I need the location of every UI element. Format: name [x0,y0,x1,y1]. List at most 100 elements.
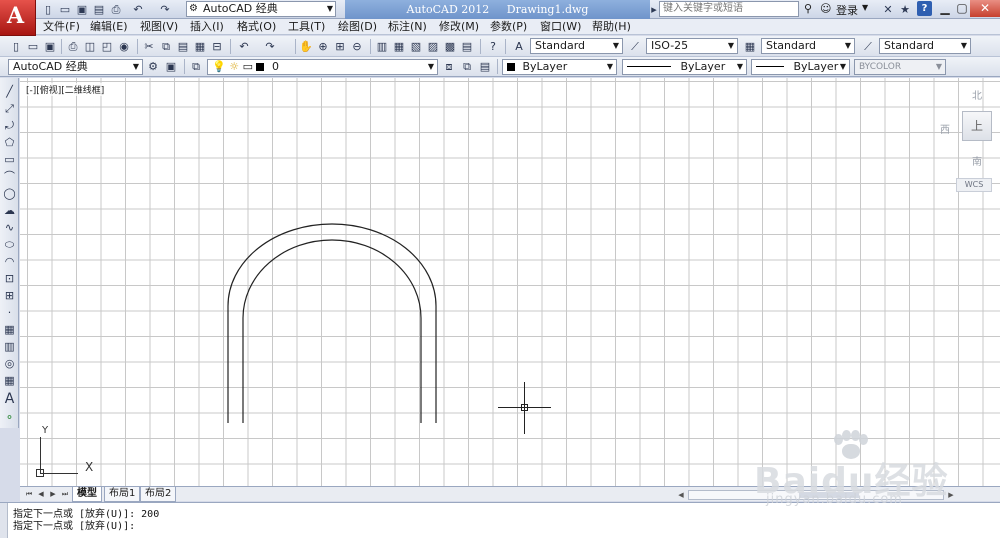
text-style-select[interactable]: Standard ▼ [530,38,623,54]
tab-model[interactable]: 模型 [72,487,102,502]
help-icon[interactable]: ? [485,39,501,54]
tab-layout2[interactable]: 布局2 [140,487,177,502]
layer-select[interactable]: 💡 ☼ ▭ 0 ▼ [207,59,438,75]
copy-icon[interactable]: ⧉ [158,39,174,54]
polyline-icon[interactable]: ⤾ [2,118,17,133]
rectangle-icon[interactable]: ▭ [2,152,17,167]
menu-file[interactable]: 文件(F) [43,20,80,34]
new-icon[interactable]: ▯ [8,39,24,54]
undo-icon[interactable]: ↶ [236,39,252,54]
scroll-left-icon[interactable]: ◀ [676,490,686,500]
multileader-style-select[interactable]: Standard ▼ [879,38,971,54]
revision-cloud-icon[interactable]: ☁ [2,203,17,218]
region-icon[interactable]: ◎ [2,356,17,371]
viewcube-north[interactable]: 北 [972,87,982,102]
construction-line-icon[interactable]: ⤢ [2,101,17,116]
command-line-grip[interactable] [0,503,8,538]
workspace-select[interactable]: AutoCAD 经典 ▼ [8,59,143,75]
viewcube-west[interactable]: 西 [940,121,950,136]
save-icon[interactable]: ▣ [42,39,58,54]
redo-icon[interactable]: ↷ [157,2,173,17]
expand-arrow-icon[interactable]: ▸ [650,2,658,17]
login-label[interactable]: 登录 [836,2,858,18]
sheet-set-icon[interactable]: ▨ [425,39,441,54]
make-block-icon[interactable]: ⊞ [2,288,17,303]
spline-icon[interactable]: ∿ [2,220,17,235]
menu-format[interactable]: 格式(O) [237,20,276,34]
cut-icon[interactable]: ✂ [141,39,157,54]
publish-icon[interactable]: ◰ [99,39,115,54]
tool-palettes-icon[interactable]: ▧ [408,39,424,54]
match-properties-icon[interactable]: ▦ [192,39,208,54]
menu-help[interactable]: 帮助(H) [592,20,631,34]
make-current-icon[interactable]: ⧈ [441,59,457,74]
color-select[interactable]: ByLayer ▼ [502,59,617,75]
menu-modify[interactable]: 修改(M) [439,20,479,34]
user-icon[interactable]: ☺ [820,1,834,17]
viewcube-top[interactable]: 上 [962,111,992,141]
paste-icon[interactable]: ▤ [175,39,191,54]
plot-icon[interactable]: ⎙ [65,39,81,54]
hatch-icon[interactable]: ▦ [2,322,17,337]
text-style-icon[interactable]: A [511,39,527,54]
design-center-icon[interactable]: ▦ [391,39,407,54]
print-icon[interactable]: ⎙ [108,2,124,17]
markup-icon[interactable]: ▩ [442,39,458,54]
quickcalc-icon[interactable]: ▤ [459,39,475,54]
zoom-realtime-icon[interactable]: ⊕ [315,39,331,54]
circle-icon[interactable]: ◯ [2,186,17,201]
open-file-icon[interactable]: ▭ [57,2,73,17]
pan-icon[interactable]: ✋ [298,39,314,54]
layer-properties-icon[interactable]: ⧉ [188,59,204,74]
wcs-menu[interactable]: WCS [956,178,992,192]
multiline-text-icon[interactable]: A [2,392,17,407]
new-file-icon[interactable]: ▯ [40,2,56,17]
save-icon[interactable]: ▣ [74,2,90,17]
linetype-select[interactable]: ByLayer ▼ [622,59,747,75]
table-style-select[interactable]: Standard ▼ [761,38,855,54]
close-icon[interactable]: ✕ [970,0,1000,17]
workspace-settings-icon[interactable]: ⚙ [145,59,161,74]
binoculars-icon[interactable]: ⚲ [800,1,816,17]
polygon-icon[interactable]: ⬠ [2,135,17,150]
ellipse-arc-icon[interactable]: ◠ [2,254,17,269]
table-icon[interactable]: ▦ [2,373,17,388]
add-selected-icon[interactable]: ⚬ [2,410,17,425]
layer-state-icon[interactable]: ▤ [477,59,493,74]
arc-icon[interactable]: ⌒ [2,169,17,184]
app-logo[interactable]: A [0,0,36,36]
plot-preview-icon[interactable]: ◫ [82,39,98,54]
first-tab-icon[interactable]: ⏮ [24,489,34,500]
menu-window[interactable]: 窗口(W) [540,20,581,34]
menu-tools[interactable]: 工具(T) [288,20,325,34]
last-tab-icon[interactable]: ⏭ [60,489,70,500]
dim-style-select[interactable]: ISO-25 ▼ [646,38,738,54]
point-icon[interactable]: · [2,305,17,320]
toolbar-lock-icon[interactable]: ▣ [163,59,179,74]
help-icon[interactable]: ? [917,1,932,16]
ellipse-icon[interactable]: ⬭ [2,237,17,252]
chevron-down-icon[interactable]: ▼ [862,3,868,12]
3d-print-icon[interactable]: ◉ [116,39,132,54]
viewcube[interactable]: 北 西 上 南 WCS [940,83,1000,198]
open-icon[interactable]: ▭ [25,39,41,54]
menu-dimension[interactable]: 标注(N) [388,20,427,34]
undo-icon[interactable]: ↶ [130,2,146,17]
lineweight-select[interactable]: ByLayer ▼ [751,59,850,75]
save-as-icon[interactable]: ▤ [91,2,107,17]
menu-view[interactable]: 视图(V) [140,20,178,34]
zoom-window-icon[interactable]: ⊞ [332,39,348,54]
insert-block-icon[interactable]: ⊡ [2,271,17,286]
command-prompt-line[interactable]: 指定下一点或 [放弃(U)]: [13,517,135,532]
gradient-icon[interactable]: ▥ [2,339,17,354]
block-editor-icon[interactable]: ⊟ [209,39,225,54]
table-style-icon[interactable]: ▦ [742,39,758,54]
workspace-select[interactable]: ⚙ AutoCAD 经典 ▼ [186,1,336,17]
viewcube-south[interactable]: 南 [972,153,982,168]
multileader-style-icon[interactable]: ⟋ [860,39,876,54]
zoom-previous-icon[interactable]: ⊖ [349,39,365,54]
search-input[interactable]: 键入关键字或短语 [659,1,799,17]
redo-icon[interactable]: ↷ [262,39,278,54]
star-icon[interactable]: ★ [897,2,913,17]
prev-tab-icon[interactable]: ◀ [36,489,46,500]
